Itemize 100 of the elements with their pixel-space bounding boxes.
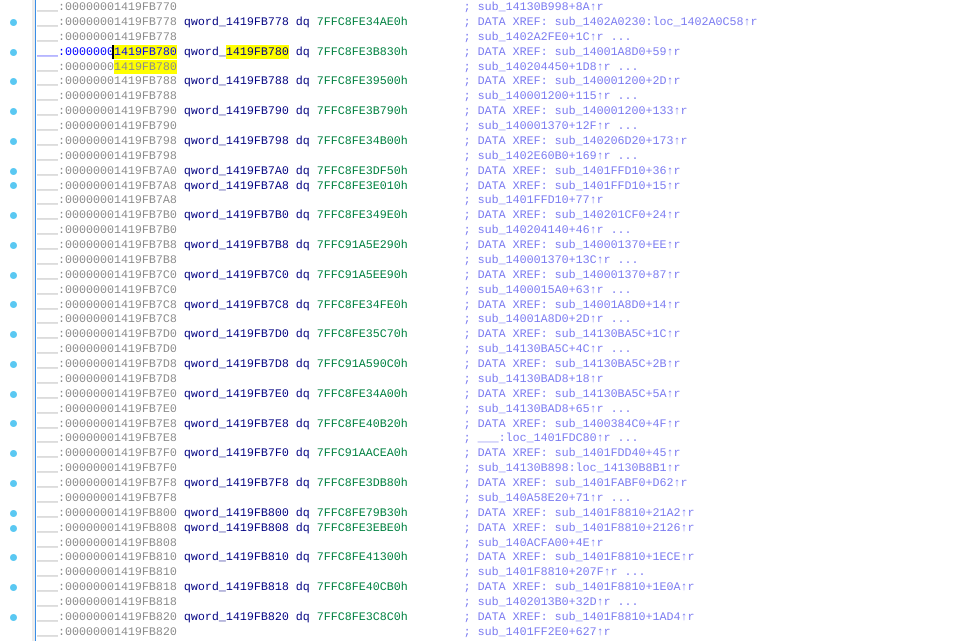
marker-dot [10, 78, 17, 86]
value-label: 7FFC8FE3EBE0h [316, 520, 409, 536]
address-label: ___:00000001419FB7A8 [37, 193, 178, 208]
symbol-name: qword_1419FB788 [184, 74, 289, 90]
value-label: 7FFC8FE35C70h [316, 327, 409, 342]
value-label: 7FFC8FE3B790h [316, 104, 409, 119]
comment-text: ; sub_140204140+46↑r ... [464, 223, 632, 238]
comment-text: ; sub_14130B898:loc_14130B8B1↑r [464, 461, 681, 476]
marker-dot [10, 18, 17, 26]
comment-text: ; ___:loc_1401FDC80↑r ... [464, 431, 639, 446]
comment-text: ; DATA XREF: sub_1401FABF0+D62↑r [464, 476, 688, 491]
symbol-name: qword_1419FB7F8 [184, 476, 289, 491]
directive-label: dq [296, 550, 311, 566]
address-label: ___:00000001419FB7A8 [37, 178, 178, 194]
directive-label: dq [296, 446, 311, 462]
comment-text: ; DATA XREF: sub_1401F8810+1AD4↑r [464, 610, 695, 625]
marker-dot [10, 554, 17, 562]
comment-text: ; sub_1401F8810+207F↑r ... [464, 565, 646, 580]
comment-text: ; DATA XREF: sub_1401F8810+1ECE↑r [464, 550, 695, 566]
marker-dot [10, 212, 17, 220]
address-label: ___:00000001419FB780 [37, 60, 178, 74]
symbol-name: qword_1419FB780 [184, 44, 289, 60]
comment-text: ; DATA XREF: sub_140001200+133↑r [464, 104, 688, 119]
directive-label: dq [296, 44, 311, 60]
directive-label: dq [296, 476, 311, 491]
value-label: 7FFC8FE3C8C0h [316, 610, 409, 625]
marker-dot [10, 242, 17, 249]
marker-dot [10, 272, 17, 279]
comment-text: ; sub_14130BA5C+4C↑r ... [464, 342, 632, 357]
value-label: 7FFC8FE349E0h [316, 208, 409, 224]
comment-text: ; DATA XREF: sub_1401F8810+1E0A↑r [464, 580, 695, 595]
comment-text: ; DATA XREF: sub_14130BA5C+1C↑r [464, 327, 681, 342]
directive-label: dq [296, 416, 311, 432]
marker-dot [10, 584, 17, 592]
comment-text: ; DATA XREF: sub_140001200+2D↑r [464, 74, 681, 90]
comment-text: ; sub_140001200+115↑r ... [464, 89, 639, 104]
address-label: ___:00000001419FB810 [37, 565, 178, 580]
symbol-name: qword_1419FB7B0 [184, 208, 289, 224]
address-label: ___:00000001419FB810 [37, 550, 178, 566]
value-label: 7FFC8FE40CB0h [316, 580, 409, 595]
directive-label: dq [296, 298, 311, 312]
comment-text: ; sub_14001A8D0+2D↑r ... [464, 312, 632, 328]
comment-text: ; DATA XREF: sub_140206D20+173↑r [464, 134, 688, 149]
address-label: ___:00000001419FB800 [37, 506, 178, 521]
marker-dot [10, 182, 17, 190]
comment-text: ; sub_1402A2FE0+1C↑r ... [464, 30, 632, 45]
comment-text: ; sub_14130BAD8+65↑r ... [464, 402, 632, 416]
directive-label: dq [296, 14, 311, 30]
symbol-name: qword_1419FB778 [184, 14, 289, 30]
comment-text: ; sub_1401FF2E0+627↑r [464, 624, 611, 640]
symbol-name: qword_1419FB808 [184, 520, 289, 536]
address-label: ___:00000001419FB7B8 [37, 238, 178, 253]
address-label: ___:00000001419FB788 [37, 89, 178, 104]
symbol-name: qword_1419FB800 [184, 506, 289, 521]
directive-label: dq [296, 104, 311, 119]
comment-text: ; sub_1401FFD10+77↑r [464, 193, 604, 208]
symbol-name: qword_1419FB790 [184, 104, 289, 119]
directive-label: dq [296, 327, 311, 342]
value-label: 7FFC8FE79B30h [316, 506, 409, 521]
directive-label: dq [296, 520, 311, 536]
address-label: ___:00000001419FB790 [37, 119, 178, 134]
directive-label: dq [296, 208, 311, 224]
value-label: 7FFC8FE3E010h [316, 178, 409, 194]
value-label: 7FFC8FE34FE0h [316, 298, 409, 312]
directive-label: dq [296, 268, 311, 283]
comment-text: ; sub_140001370+13C↑r ... [464, 252, 639, 268]
address-label: ___:0000000 1419FB780 [37, 44, 178, 60]
marker-dot [10, 524, 17, 532]
value-label: 7FFC8FE39500h [316, 74, 409, 90]
marker-dot [10, 360, 17, 368]
marker-dot [10, 614, 17, 621]
comment-text: ; sub_140ACFA00+4E↑r [464, 536, 604, 550]
symbol-name: qword_1419FB7D0 [184, 327, 289, 342]
comment-text: ; DATA XREF: sub_1402A0230:loc_1402A0C58↑r [464, 14, 758, 30]
address-label: ___:00000001419FB788 [37, 74, 178, 90]
directive-label: dq [296, 580, 311, 595]
marker-dot [10, 510, 17, 517]
symbol-name: qword_1419FB7D8 [184, 357, 289, 372]
comment-text: ; DATA XREF: sub_1401FFD10+36↑r [464, 164, 681, 178]
value-label: 7FFC8FE34A00h [316, 386, 409, 402]
directive-label: dq [296, 164, 311, 178]
address-label: ___:00000001419FB7F0 [37, 461, 178, 476]
comment-text: ; DATA XREF: sub_1400384C0+4F↑r [464, 416, 681, 432]
address-label: ___:00000001419FB798 [37, 148, 178, 164]
symbol-name: qword_1419FB7E0 [184, 386, 289, 402]
address-label: ___:00000001419FB7F0 [37, 446, 178, 462]
marker-dot [10, 301, 17, 308]
value-label: 7FFC8FE41300h [316, 550, 409, 566]
address-label: ___:00000001419FB7E8 [37, 416, 178, 432]
address-label: ___:00000001419FB7F8 [37, 476, 178, 491]
value-label: 7FFC91A590C0h [316, 357, 409, 372]
comment-text: ; DATA XREF: sub_1401F8810+2126↑r [464, 520, 695, 536]
symbol-name: qword_1419FB7C8 [184, 298, 289, 312]
directive-label: dq [296, 134, 311, 149]
symbol-name: qword_1419FB798 [184, 134, 289, 149]
symbol-name: qword_1419FB810 [184, 550, 289, 566]
symbol-name: qword_1419FB7C0 [184, 268, 289, 283]
symbol-name: qword_1419FB7A8 [184, 178, 289, 194]
address-label: ___:00000001419FB7E8 [37, 431, 178, 446]
marker-dot [10, 48, 17, 56]
